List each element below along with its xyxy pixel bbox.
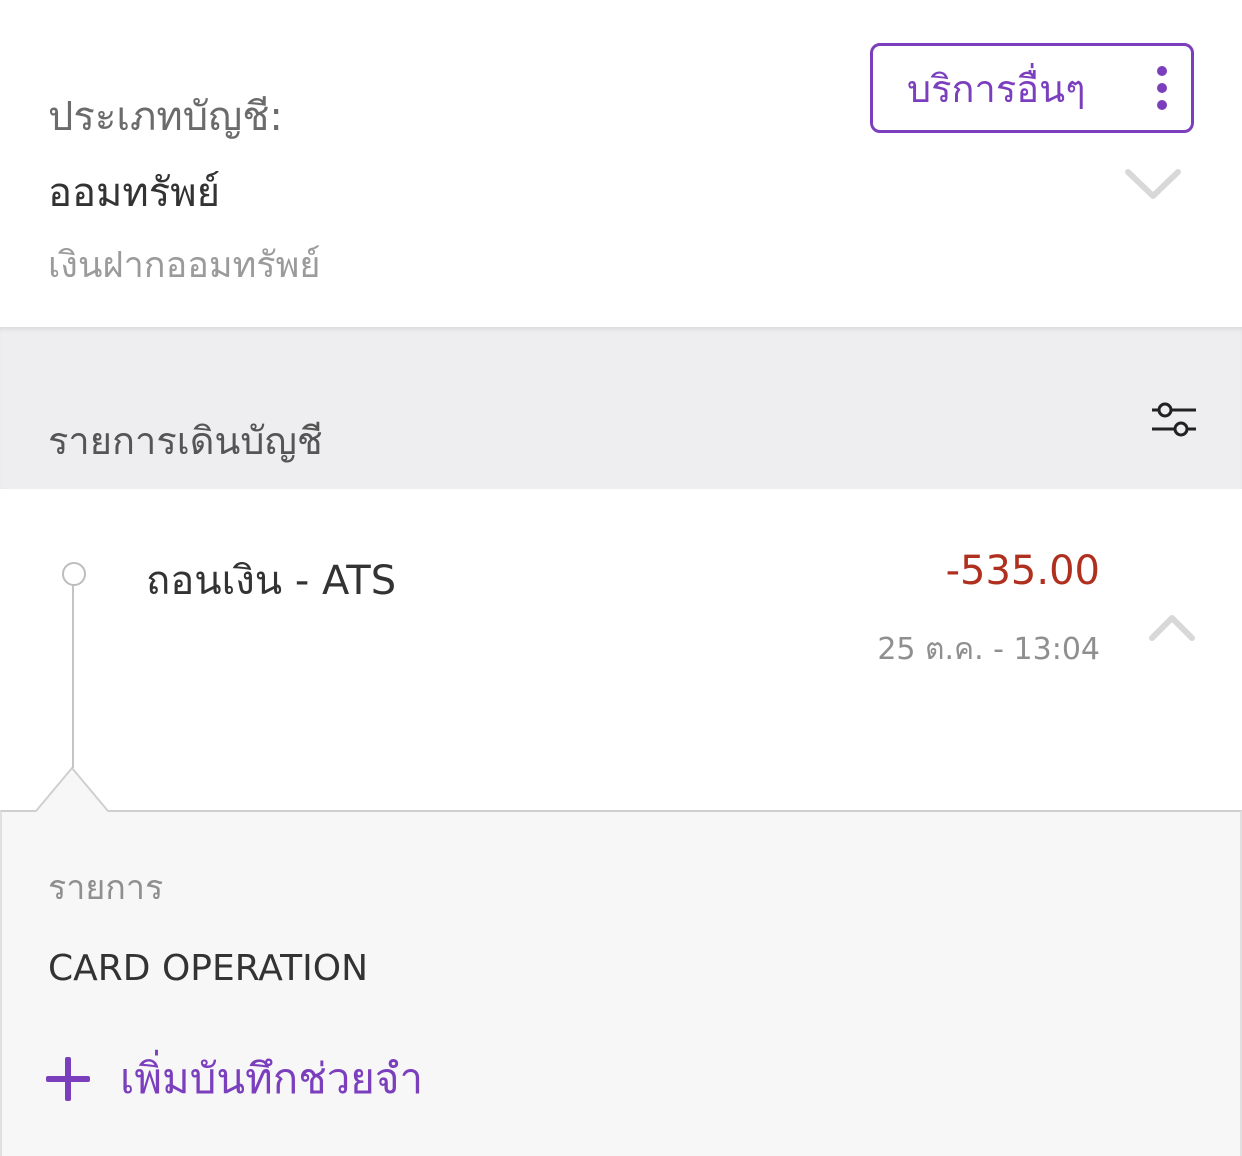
kebab-vertical-icon [1157, 66, 1167, 110]
filter-sliders-icon[interactable] [1148, 400, 1200, 440]
timeline-dot-icon [62, 562, 86, 586]
plus-icon [46, 1057, 90, 1101]
more-services-label: บริการอื่นๆ [907, 66, 1086, 111]
statement-title: รายการเดินบัญชี [48, 419, 323, 463]
account-type-value: ออมทรัพย์ [48, 170, 221, 216]
more-services-button[interactable]: บริการอื่นๆ [870, 43, 1194, 133]
chevron-down-icon[interactable] [1124, 164, 1182, 204]
chevron-up-icon[interactable] [1148, 612, 1196, 644]
add-note-button[interactable]: เพิ่มบันทึกช่วยจำ [46, 1046, 423, 1112]
detail-value: CARD OPERATION [48, 948, 368, 989]
transaction-amount: -535.00 [945, 548, 1100, 594]
transaction-date: 25 ต.ค. - 13:04 [877, 632, 1100, 667]
add-note-label: เพิ่มบันทึกช่วยจำ [120, 1054, 424, 1103]
timeline-line [72, 585, 74, 768]
account-type-label: ประเภทบัญชี: [48, 94, 283, 140]
panel-pointer-notch [36, 766, 108, 812]
detail-label: รายการ [48, 868, 164, 908]
account-subtitle: เงินฝากออมทรัพย์ [48, 245, 321, 286]
account-detail-screen: ประเภทบัญชี: ออมทรัพย์ เงินฝากออมทรัพย์ … [0, 0, 1242, 1156]
transaction-title: ถอนเงิน - ATS [146, 558, 397, 604]
